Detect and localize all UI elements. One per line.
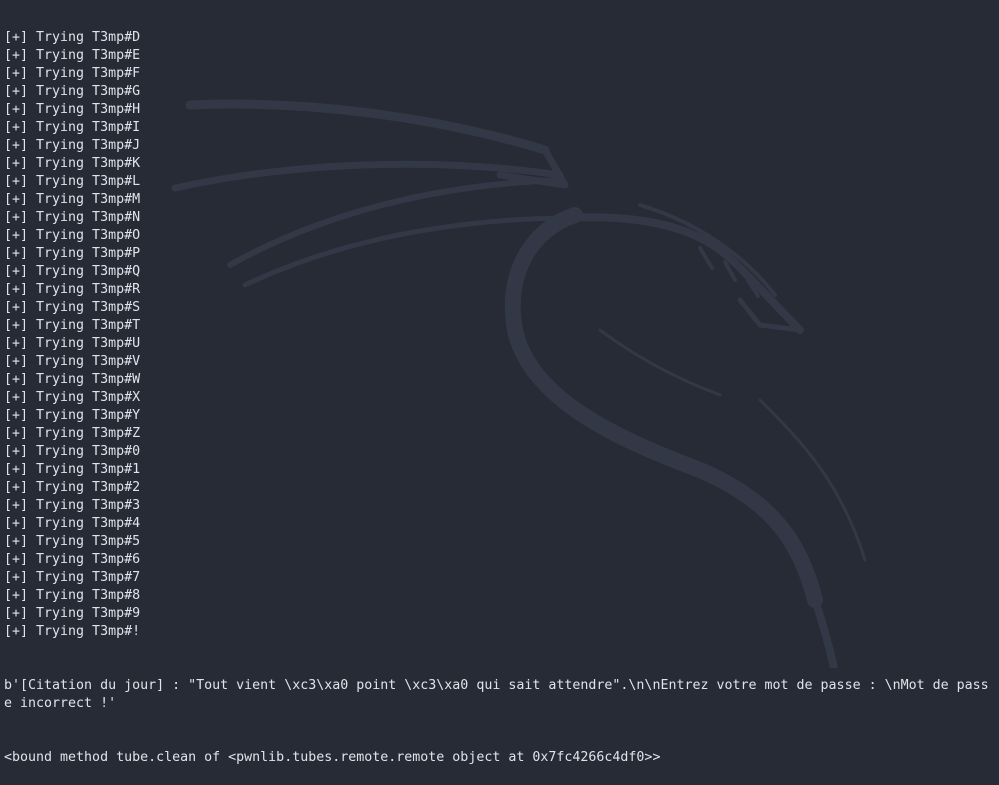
attempt-line: [+] Trying T3mp#E <box>4 48 141 63</box>
server-response-line: b'[Citation du jour] : "Tout vient \xc3\… <box>4 678 989 711</box>
attempt-line: [+] Trying T3mp#W <box>4 372 141 387</box>
attempt-line: [+] Trying T3mp#U <box>4 336 141 351</box>
attempt-line: [+] Trying T3mp#7 <box>4 570 141 585</box>
attempt-line: [+] Trying T3mp#R <box>4 282 141 297</box>
attempt-line: [+] Trying T3mp#Y <box>4 408 141 423</box>
attempt-line: [+] Trying T3mp#G <box>4 84 141 99</box>
attempt-line: [+] Trying T3mp#2 <box>4 480 141 495</box>
attempt-line: [+] Trying T3mp#V <box>4 354 141 369</box>
attempt-line: [+] Trying T3mp#X <box>4 390 141 405</box>
attempt-line: [+] Trying T3mp#M <box>4 192 141 207</box>
attempt-line: [+] Trying T3mp#8 <box>4 588 141 603</box>
attempt-line: [+] Trying T3mp#H <box>4 102 141 117</box>
attempt-line: [+] Trying T3mp#1 <box>4 462 141 477</box>
attempt-line: [+] Trying T3mp#T <box>4 318 141 333</box>
attempt-line: [+] Trying T3mp#Z <box>4 426 141 441</box>
attempt-line: [+] Trying T3mp#D <box>4 30 141 45</box>
attempt-line: [+] Trying T3mp#J <box>4 138 141 153</box>
attempt-line: [+] Trying T3mp#I <box>4 120 141 135</box>
attempt-line: [+] Trying T3mp#N <box>4 210 141 225</box>
attempt-line: [+] Trying T3mp#3 <box>4 498 141 513</box>
attempt-line: [+] Trying T3mp#L <box>4 174 141 189</box>
attempt-line: [+] Trying T3mp#0 <box>4 444 141 459</box>
terminal-window: { "terminal": { "lines": [ "[+] Trying T… <box>0 0 999 765</box>
attempt-line: [+] Trying T3mp#Q <box>4 264 141 279</box>
terminal-output: [+] Trying T3mp#D [+] Trying T3mp#E [+] Tr… <box>4 0 996 785</box>
attempt-line: [+] Trying T3mp#5 <box>4 534 141 549</box>
attempt-line: [+] Trying T3mp#4 <box>4 516 141 531</box>
attempt-line: [+] Trying T3mp#F <box>4 66 141 81</box>
attempt-line: [+] Trying T3mp#S <box>4 300 141 315</box>
attempt-line: [+] Trying T3mp#9 <box>4 606 141 621</box>
bound-method-line: <bound method tube.clean of <pwnlib.tube… <box>4 750 661 765</box>
attempt-line: [+] Trying T3mp#! <box>4 624 141 639</box>
attempt-line: [+] Trying T3mp#6 <box>4 552 141 567</box>
attempt-line: [+] Trying T3mp#P <box>4 246 141 261</box>
attempt-line: [+] Trying T3mp#K <box>4 156 141 171</box>
password-attempt-list: [+] Trying T3mp#D [+] Trying T3mp#E [+] Tr… <box>4 29 996 641</box>
attempt-line: [+] Trying T3mp#O <box>4 228 141 243</box>
